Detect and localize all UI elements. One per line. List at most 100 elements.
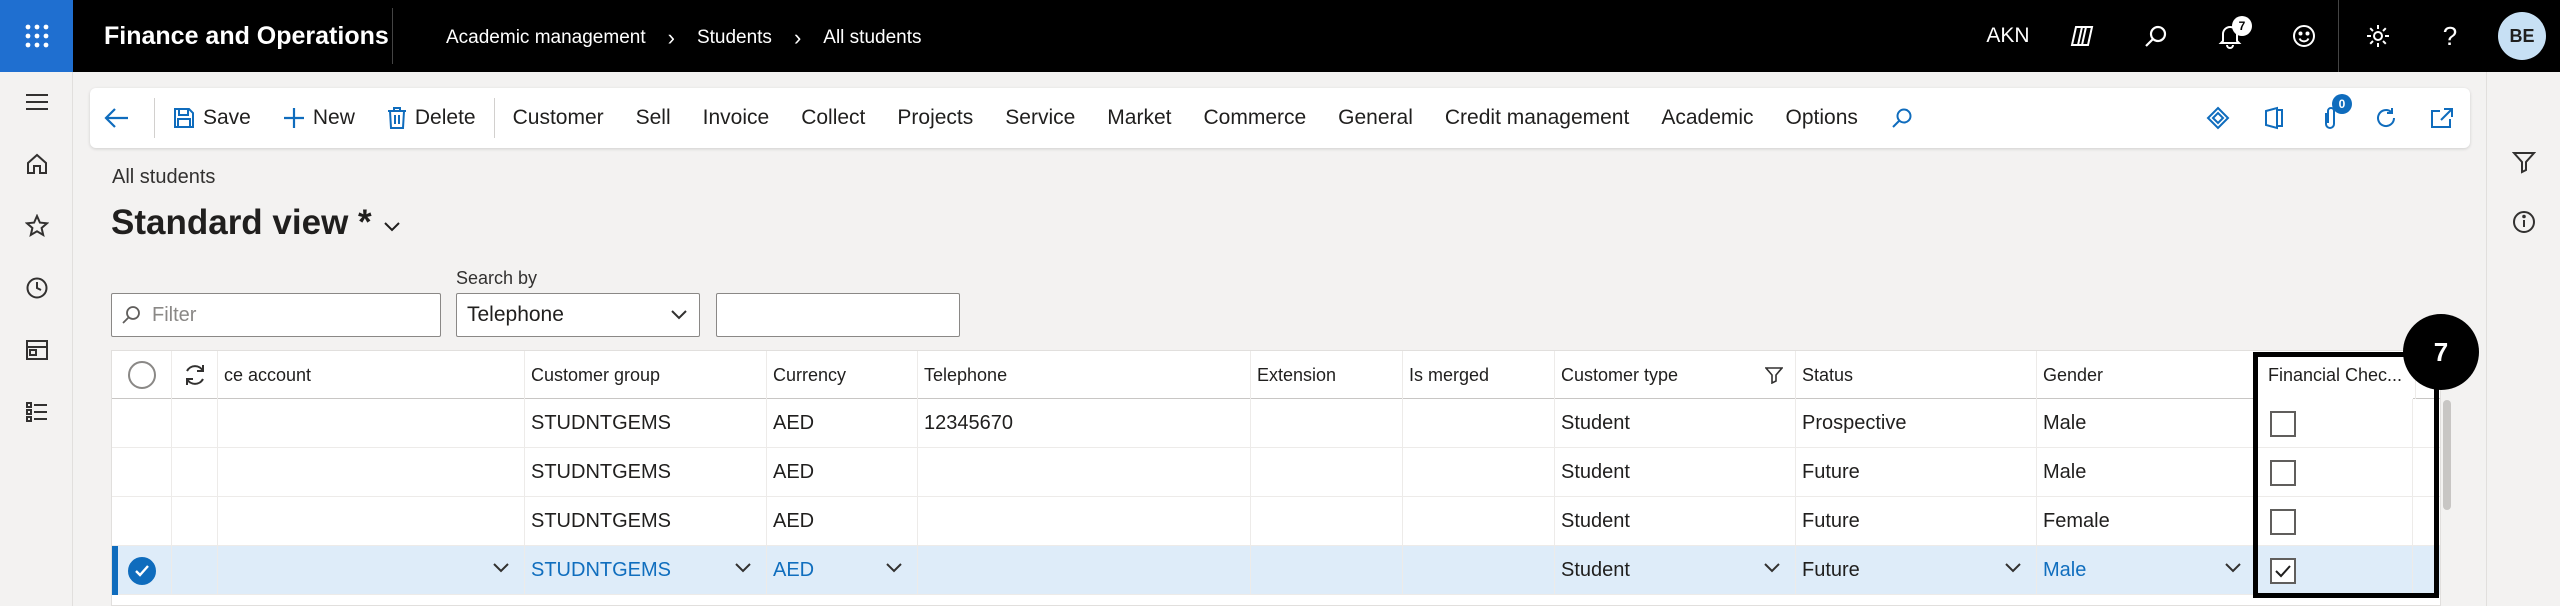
search-button[interactable]: [2128, 0, 2184, 72]
cell-gender[interactable]: Male: [2037, 448, 2258, 497]
view-selector[interactable]: Standard view *: [111, 203, 402, 243]
cell-currency[interactable]: AED: [767, 399, 918, 448]
feedback-button[interactable]: [2276, 0, 2332, 72]
cell-is-merged[interactable]: [1403, 399, 1555, 448]
cell-customer-type[interactable]: Student: [1555, 448, 1796, 497]
open-new-window-button[interactable]: [2414, 88, 2470, 148]
table-row-selected[interactable]: STUDNTGEMS AED Student Future Male: [112, 546, 2440, 595]
delete-button[interactable]: Delete: [371, 88, 492, 148]
column-header-is-merged[interactable]: Is merged: [1403, 351, 1555, 399]
table-row[interactable]: STUDNTGEMS AED Student Future Female: [112, 497, 2440, 546]
column-header-status[interactable]: Status: [1796, 351, 2037, 399]
tab-service[interactable]: Service: [989, 88, 1091, 148]
tab-customer[interactable]: Customer: [497, 88, 620, 148]
tab-collect[interactable]: Collect: [785, 88, 881, 148]
column-header-customer-type[interactable]: Customer type: [1555, 351, 1796, 399]
save-button[interactable]: Save: [157, 88, 267, 148]
app-title[interactable]: Finance and Operations: [104, 22, 389, 51]
tab-commerce[interactable]: Commerce: [1187, 88, 1322, 148]
cell-customer-type[interactable]: Student: [1555, 546, 1796, 595]
tab-options[interactable]: Options: [1770, 88, 1874, 148]
settings-button[interactable]: [2350, 0, 2406, 72]
grid-vertical-scrollbar[interactable]: [2443, 400, 2451, 510]
company-picker[interactable]: AKN: [1980, 0, 2036, 72]
cell-account[interactable]: [218, 497, 525, 546]
copilot-button[interactable]: [2054, 0, 2110, 72]
tab-sell[interactable]: Sell: [620, 88, 687, 148]
breadcrumb-item-students[interactable]: Students: [697, 27, 772, 49]
app-launcher-button[interactable]: [0, 0, 73, 72]
select-all-checkbox[interactable]: [112, 351, 172, 399]
refresh-grid-button[interactable]: [172, 351, 218, 399]
cell-status[interactable]: Future: [1796, 448, 2037, 497]
refresh-button[interactable]: [2358, 88, 2414, 148]
breadcrumb-item-all-students[interactable]: All students: [823, 27, 921, 49]
cell-customer-group[interactable]: STUDNTGEMS: [525, 497, 767, 546]
column-header-account[interactable]: ce account: [218, 351, 525, 399]
new-button[interactable]: New: [267, 88, 371, 148]
cell-extension[interactable]: [1251, 546, 1403, 595]
filter-pane-button[interactable]: [2487, 142, 2560, 182]
nav-recent[interactable]: [0, 258, 73, 318]
back-button[interactable]: [90, 88, 152, 148]
office-button[interactable]: [2246, 88, 2302, 148]
power-apps-button[interactable]: [2190, 88, 2246, 148]
search-by-select[interactable]: Telephone: [456, 293, 700, 337]
breadcrumb-item-academic-management[interactable]: Academic management: [446, 27, 646, 49]
action-search-button[interactable]: [1874, 88, 1938, 148]
row-selector[interactable]: [112, 497, 172, 546]
cell-status[interactable]: Future: [1796, 497, 2037, 546]
attachments-button[interactable]: 0: [2302, 88, 2358, 148]
tab-academic[interactable]: Academic: [1645, 88, 1769, 148]
column-header-extension[interactable]: Extension: [1251, 351, 1403, 399]
cell-extension[interactable]: [1251, 497, 1403, 546]
info-pane-button[interactable]: [2487, 202, 2560, 242]
cell-customer-type[interactable]: Student: [1555, 399, 1796, 448]
column-header-customer-group[interactable]: Customer group: [525, 351, 767, 399]
nav-workspaces[interactable]: [0, 320, 73, 380]
tab-projects[interactable]: Projects: [881, 88, 989, 148]
cell-customer-group[interactable]: STUDNTGEMS: [525, 399, 767, 448]
cell-currency[interactable]: AED: [767, 497, 918, 546]
cell-telephone[interactable]: [918, 546, 1251, 595]
cell-telephone[interactable]: [918, 448, 1251, 497]
cell-customer-group[interactable]: STUDNTGEMS: [525, 448, 767, 497]
search-value-input[interactable]: [716, 293, 960, 337]
avatar[interactable]: BE: [2498, 12, 2546, 60]
cell-telephone[interactable]: 12345670: [918, 399, 1251, 448]
cell-currency[interactable]: AED: [767, 546, 918, 595]
cell-account[interactable]: [218, 546, 525, 595]
cell-status[interactable]: Future: [1796, 546, 2037, 595]
notifications-button[interactable]: 7: [2202, 0, 2258, 72]
cell-is-merged[interactable]: [1403, 497, 1555, 546]
row-selector[interactable]: [112, 448, 172, 497]
cell-extension[interactable]: [1251, 448, 1403, 497]
nav-home[interactable]: [0, 134, 73, 194]
row-selector[interactable]: [112, 546, 172, 595]
hamburger-menu-button[interactable]: [0, 72, 73, 132]
cell-gender[interactable]: Male: [2037, 399, 2258, 448]
cell-extension[interactable]: [1251, 399, 1403, 448]
help-icon[interactable]: ?: [2422, 0, 2478, 72]
tab-credit-management[interactable]: Credit management: [1429, 88, 1645, 148]
filter-input[interactable]: Filter: [111, 293, 441, 337]
cell-status[interactable]: Prospective: [1796, 399, 2037, 448]
table-row[interactable]: STUDNTGEMS AED 12345670 Student Prospect…: [112, 399, 2440, 448]
cell-gender[interactable]: Female: [2037, 497, 2258, 546]
cell-currency[interactable]: AED: [767, 448, 918, 497]
tab-market[interactable]: Market: [1091, 88, 1187, 148]
cell-is-merged[interactable]: [1403, 546, 1555, 595]
tab-invoice[interactable]: Invoice: [687, 88, 786, 148]
cell-customer-type[interactable]: Student: [1555, 497, 1796, 546]
nav-modules[interactable]: [0, 382, 73, 442]
cell-customer-group[interactable]: STUDNTGEMS: [525, 546, 767, 595]
tab-general[interactable]: General: [1322, 88, 1429, 148]
cell-is-merged[interactable]: [1403, 448, 1555, 497]
nav-favorites[interactable]: [0, 196, 73, 256]
row-selector[interactable]: [112, 399, 172, 448]
cell-telephone[interactable]: [918, 497, 1251, 546]
cell-account[interactable]: [218, 448, 525, 497]
column-header-telephone[interactable]: Telephone: [918, 351, 1251, 399]
cell-account[interactable]: [218, 399, 525, 448]
column-header-currency[interactable]: Currency: [767, 351, 918, 399]
